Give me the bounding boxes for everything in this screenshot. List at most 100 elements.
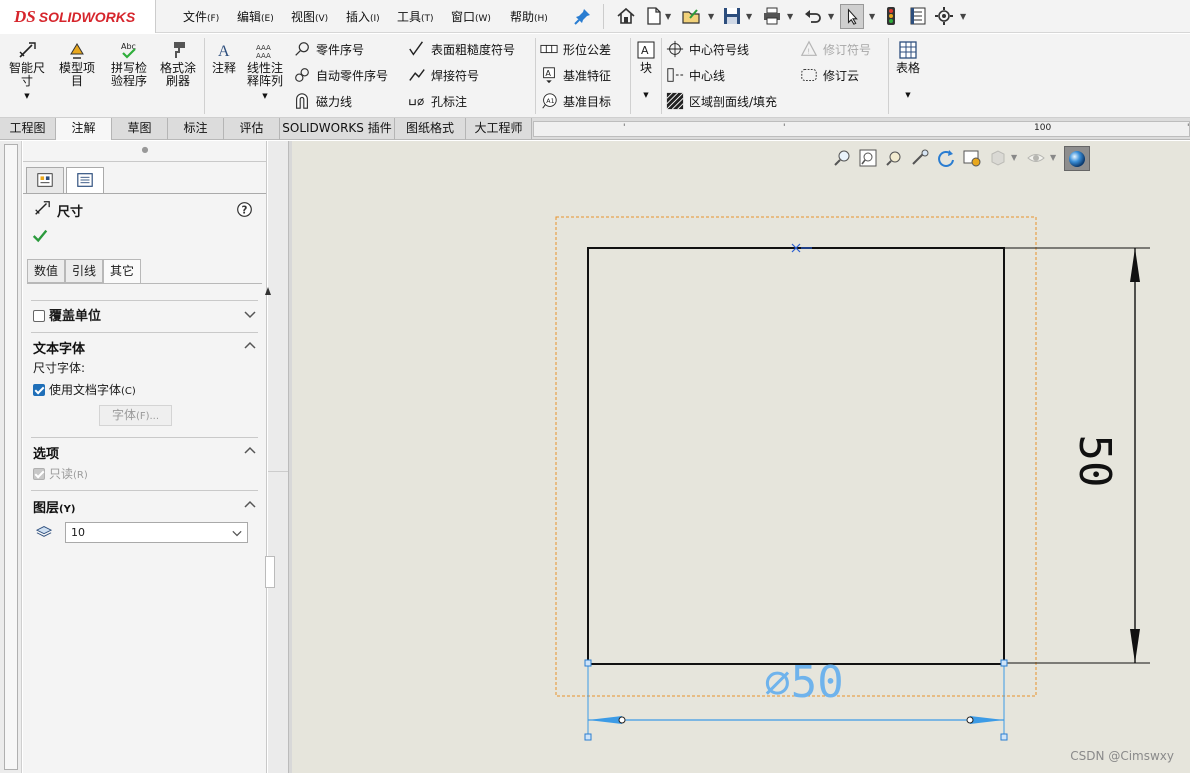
menu-file[interactable]: 文件(F) (183, 8, 219, 25)
chevron-up-icon[interactable] (244, 445, 256, 457)
linear-note-pattern-button[interactable]: AAA AAA 线性注释阵列 ▼ (243, 40, 287, 103)
centermark-button[interactable]: 中心符号线 (666, 38, 749, 60)
tab-addins[interactable]: SOLIDWORKS 插件 (280, 118, 395, 140)
chevron-down-icon[interactable]: ▼ (828, 12, 834, 21)
gear-icon[interactable] (934, 6, 954, 26)
auto-balloon-button[interactable]: 自动零件序号 (293, 64, 388, 86)
chevron-up-icon[interactable] (244, 340, 256, 352)
gtol-button[interactable]: 形位公差 (540, 38, 611, 60)
dimension-icon (35, 201, 50, 215)
panel-grip[interactable]: ● (23, 145, 267, 161)
splitter-handle[interactable] (265, 556, 275, 588)
traffic-light-icon[interactable] (881, 6, 901, 26)
divider (31, 332, 258, 333)
chevron-down-icon[interactable]: ▼ (708, 12, 714, 21)
revision-cloud-button[interactable]: 修订云 (800, 64, 859, 86)
chevron-down-icon[interactable]: ▼ (24, 92, 29, 100)
tab-sketch[interactable]: 草图 (112, 118, 168, 140)
ok-check-icon[interactable] (31, 227, 49, 245)
drawing-sheet[interactable]: 50 ⌀50 (292, 141, 1190, 773)
chevron-down-icon[interactable]: ▼ (787, 12, 793, 21)
property-manager-tab[interactable] (66, 167, 104, 194)
help-icon[interactable]: ? (236, 201, 253, 218)
svg-text:AAA: AAA (256, 52, 271, 60)
chevron-down-icon[interactable]: ▼ (869, 12, 875, 21)
tab-drawing[interactable]: 工程图 (0, 118, 56, 140)
subtab-value[interactable]: 数值 (27, 259, 65, 283)
tab-sheet-format[interactable]: 图纸格式 (395, 118, 466, 140)
print-icon[interactable] (762, 6, 782, 26)
format-painter-button[interactable]: 格式涂刷器 (155, 40, 201, 88)
hole-callout-button[interactable]: 孔标注 (408, 90, 467, 112)
chevron-down-icon[interactable]: ▼ (746, 12, 752, 21)
vertical-dimension-value[interactable]: 50 (1069, 435, 1120, 488)
note-button[interactable]: A 注释 (206, 40, 242, 75)
ribbon-divider (535, 38, 536, 114)
feature-manager-tab[interactable] (26, 167, 64, 193)
view-boundary[interactable] (555, 216, 1037, 697)
collapse-arrow-icon[interactable] (263, 285, 273, 297)
chevron-down-icon[interactable]: ▼ (634, 89, 658, 102)
spell-check-button[interactable]: Abc 拼写检验程序 (106, 40, 152, 88)
surface-finish-button[interactable]: 表面粗糙度符号 (408, 38, 515, 60)
menu-edit[interactable]: 编辑(E) (237, 8, 274, 25)
menu-window[interactable]: 窗口(W) (451, 8, 491, 25)
options-section-title: 选项 (33, 447, 60, 462)
chevron-down-icon[interactable]: ▼ (262, 92, 267, 100)
ruler-tick: ' (623, 123, 626, 133)
home-icon[interactable] (616, 6, 636, 26)
chevron-down-icon[interactable]: ▼ (960, 12, 966, 21)
ruler-tick: ' (1187, 123, 1190, 133)
pin-icon[interactable] (573, 6, 593, 26)
dimension-font-label: 尺寸字体: (33, 361, 86, 375)
balloon-button[interactable]: 零件序号 (293, 38, 364, 60)
select-tool-button[interactable] (840, 4, 864, 29)
subtab-other[interactable]: 其它 (103, 259, 141, 284)
undo-icon[interactable] (803, 6, 823, 26)
table-button[interactable]: 表格 ▼ (892, 40, 924, 102)
chevron-down-icon (232, 530, 242, 537)
save-icon[interactable] (722, 6, 742, 26)
chevron-down-icon[interactable] (244, 308, 256, 320)
drawing-canvas[interactable]: ▼ ▼ 50 ⌀50 CSDN @Cimswxy (292, 141, 1190, 773)
chevron-down-icon[interactable]: ▼ (665, 12, 671, 21)
solidworks-logo[interactable]: DS SOLIDWORKS (0, 0, 156, 33)
layer-select[interactable]: 10 (65, 522, 248, 543)
centerline-icon (667, 68, 684, 82)
datum-target-button[interactable]: A1 基准目标 (540, 90, 611, 112)
file-properties-icon[interactable] (908, 6, 928, 26)
subtab-leaders[interactable]: 引线 (65, 259, 103, 283)
model-items-button[interactable]: 模型项目 (54, 40, 100, 88)
hatch-fill-button[interactable]: 区域剖面线/填充 (666, 90, 777, 112)
use-document-font-checkbox[interactable]: 使用文档字体(C) (33, 381, 136, 398)
tab-evaluate[interactable]: 评估 (224, 118, 280, 140)
menu-tools[interactable]: 工具(T) (397, 8, 434, 25)
read-only-checkbox[interactable]: 只读(R) (33, 465, 88, 482)
revision-cloud-label: 修订云 (823, 68, 860, 83)
chevron-down-icon[interactable]: ▼ (892, 89, 924, 102)
chevron-up-icon[interactable] (244, 499, 256, 511)
menu-help[interactable]: 帮助(H) (510, 8, 548, 25)
auto-balloon-icon (295, 68, 309, 82)
revision-symbol-button[interactable]: ! 修订符号 (800, 38, 871, 60)
panel-splitter[interactable] (265, 141, 292, 773)
datum-feature-button[interactable]: A 基准特征 (540, 64, 611, 86)
tab-annotation[interactable]: 注解 (56, 118, 112, 140)
smart-dimension-button[interactable]: 智能尺寸 ▼ (4, 40, 50, 103)
new-document-icon[interactable] (644, 6, 664, 26)
open-folder-icon[interactable] (681, 6, 701, 26)
override-units-label: 覆盖单位 (49, 309, 102, 324)
block-button[interactable]: A 块 ▼ (634, 40, 658, 102)
diameter-dimension-value[interactable]: ⌀50 (764, 657, 843, 708)
menu-insert[interactable]: 插入(I) (346, 8, 380, 25)
menu-view[interactable]: 视图(V) (291, 8, 328, 25)
part-outline[interactable] (587, 247, 1005, 665)
tab-markup[interactable]: 标注 (168, 118, 224, 140)
gtol-label: 形位公差 (563, 42, 612, 57)
override-units-checkbox[interactable]: 覆盖单位 (33, 305, 101, 324)
weld-symbol-button[interactable]: 焊接符号 (408, 64, 479, 86)
font-button[interactable]: 字体(F)... (99, 405, 172, 426)
magnetic-line-button[interactable]: 磁力线 (293, 90, 352, 112)
tab-engineer[interactable]: 大工程师 (466, 118, 532, 140)
centerline-button[interactable]: 中心线 (666, 64, 725, 86)
